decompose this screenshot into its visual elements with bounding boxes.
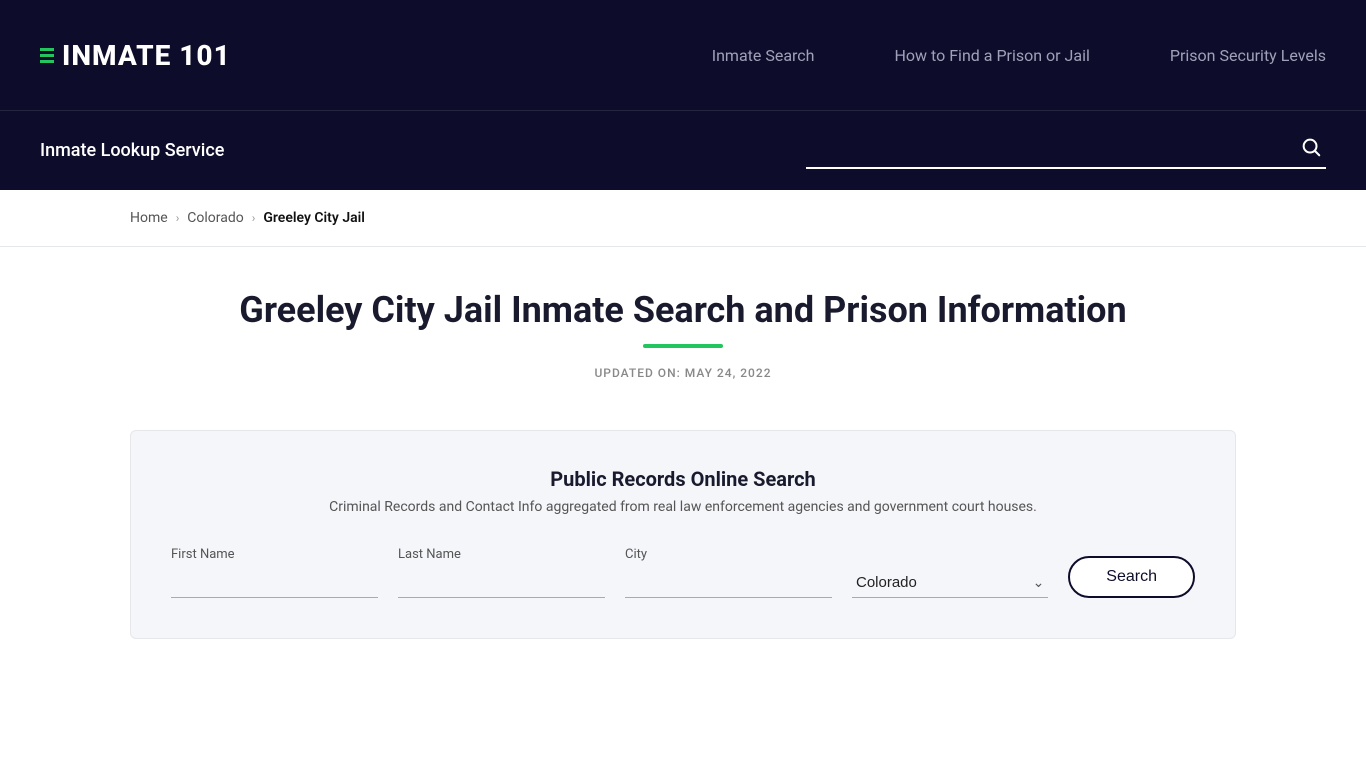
breadcrumb-current: Greeley City Jail xyxy=(263,210,365,226)
breadcrumb-state[interactable]: Colorado xyxy=(187,210,243,226)
search-input[interactable] xyxy=(806,133,1326,167)
main-nav: Inmate Search How to Find a Prison or Ja… xyxy=(712,46,1326,65)
state-select[interactable]: Colorado Alabama Alaska Arizona Arkansas… xyxy=(852,568,1048,598)
search-bar-section: Inmate Lookup Service xyxy=(0,110,1366,190)
breadcrumb-home[interactable]: Home xyxy=(130,210,168,226)
logo-text: INMATE 101 xyxy=(62,39,231,72)
last-name-label: Last Name xyxy=(398,547,605,562)
nav-item-inmate-search[interactable]: Inmate Search xyxy=(712,46,815,65)
first-name-label: First Name xyxy=(171,547,378,562)
public-records-card: Public Records Online Search Criminal Re… xyxy=(130,430,1236,639)
title-underline xyxy=(643,344,723,348)
breadcrumb: Home › Colorado › Greeley City Jail xyxy=(130,210,1236,226)
breadcrumb-sep-1: › xyxy=(176,211,180,225)
state-field: Colorado Alabama Alaska Arizona Arkansas… xyxy=(852,568,1048,598)
first-name-input[interactable] xyxy=(171,568,378,598)
search-input-wrapper xyxy=(806,133,1326,169)
nav-item-prison-security[interactable]: Prison Security Levels xyxy=(1170,46,1326,65)
records-card-description: Criminal Records and Contact Info aggreg… xyxy=(171,499,1195,515)
city-field: City xyxy=(625,547,832,598)
breadcrumb-section: Home › Colorado › Greeley City Jail xyxy=(0,190,1366,247)
last-name-field: Last Name xyxy=(398,547,605,598)
header: INMATE 101 Inmate Search How to Find a P… xyxy=(0,0,1366,110)
main-content: Greeley City Jail Inmate Search and Pris… xyxy=(0,247,1366,679)
search-button[interactable]: Search xyxy=(1068,556,1195,598)
nav-item-how-to-find[interactable]: How to Find a Prison or Jail xyxy=(895,46,1090,65)
logo-bars-icon xyxy=(40,48,54,63)
records-form: First Name Last Name City Colorado Alaba… xyxy=(171,547,1195,598)
last-name-input[interactable] xyxy=(398,568,605,598)
first-name-field: First Name xyxy=(171,547,378,598)
search-section-label: Inmate Lookup Service xyxy=(40,140,224,161)
city-input[interactable] xyxy=(625,568,832,598)
updated-date: UPDATED ON: MAY 24, 2022 xyxy=(130,366,1236,380)
page-title: Greeley City Jail Inmate Search and Pris… xyxy=(130,287,1236,334)
logo-link[interactable]: INMATE 101 xyxy=(40,39,231,72)
search-icon xyxy=(1300,136,1322,158)
city-label: City xyxy=(625,547,832,562)
search-icon-button[interactable] xyxy=(1300,136,1322,164)
records-card-title: Public Records Online Search xyxy=(171,467,1195,491)
breadcrumb-sep-2: › xyxy=(252,211,256,225)
